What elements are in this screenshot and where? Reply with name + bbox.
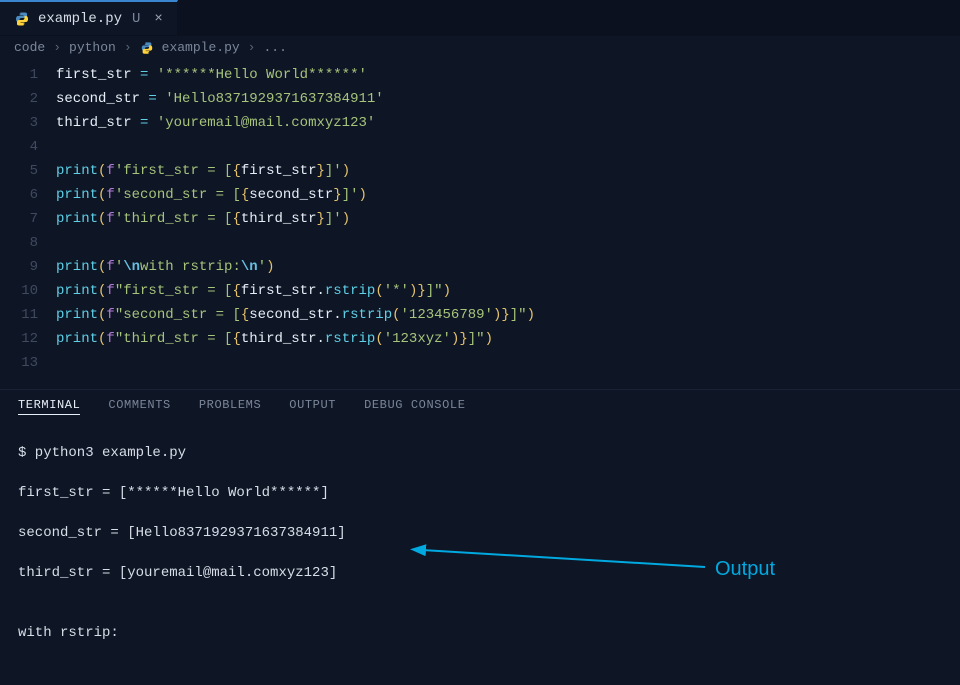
code-line: third_str = 'youremail@mail.comxyz123' <box>56 111 960 135</box>
line-number: 2 <box>0 87 38 111</box>
breadcrumb-seg-code[interactable]: code <box>14 40 45 55</box>
code-line: print(f"first_str = [{first_str.rstrip('… <box>56 279 960 303</box>
tab-output[interactable]: OUTPUT <box>289 398 336 415</box>
python-icon <box>140 41 154 55</box>
panel-tab-bar: TERMINAL COMMENTS PROBLEMS OUTPUT DEBUG … <box>0 389 960 421</box>
code-line <box>56 351 960 375</box>
chevron-right-icon: › <box>248 40 256 55</box>
breadcrumb-seg-python[interactable]: python <box>69 40 116 55</box>
tab-filename: example.py <box>38 11 122 27</box>
code-line: print(f'first_str = [{first_str}]') <box>56 159 960 183</box>
chevron-right-icon: › <box>53 40 61 55</box>
code-editor[interactable]: 1 2 3 4 5 6 7 8 9 10 11 12 13 first_str … <box>0 61 960 389</box>
breadcrumb: code › python › example.py › ... <box>0 36 960 61</box>
code-line <box>56 135 960 159</box>
python-icon <box>14 11 30 27</box>
line-number: 4 <box>0 135 38 159</box>
editor-tab-example-py[interactable]: example.py U × <box>0 0 178 35</box>
code-line: print(f'\nwith rstrip:\n') <box>56 255 960 279</box>
line-number: 6 <box>0 183 38 207</box>
breadcrumb-seg-file[interactable]: example.py <box>162 40 240 55</box>
line-number: 9 <box>0 255 38 279</box>
tab-problems[interactable]: PROBLEMS <box>199 398 261 415</box>
code-content[interactable]: first_str = '******Hello World******' se… <box>56 63 960 375</box>
line-number: 8 <box>0 231 38 255</box>
chevron-right-icon: › <box>124 40 132 55</box>
close-icon[interactable]: × <box>154 12 162 26</box>
code-line: print(f'third_str = [{third_str}]') <box>56 207 960 231</box>
annotation-label: Output <box>715 558 775 581</box>
terminal-line: third_str = [youremail@mail.comxyz123] <box>18 563 942 583</box>
tab-terminal[interactable]: TERMINAL <box>18 398 80 415</box>
code-line: second_str = 'Hello8371929371637384911' <box>56 87 960 111</box>
code-line <box>56 231 960 255</box>
code-line: print(f'second_str = [{second_str}]') <box>56 183 960 207</box>
line-number: 1 <box>0 63 38 87</box>
breadcrumb-ellipsis[interactable]: ... <box>263 40 286 55</box>
terminal-line: second_str = [Hello8371929371637384911] <box>18 523 942 543</box>
terminal-line: $ python3 example.py <box>18 443 942 463</box>
terminal-line: with rstrip: <box>18 623 942 643</box>
tab-bar: example.py U × <box>0 0 960 36</box>
tab-modified-badge: U <box>132 11 140 27</box>
code-line: print(f"second_str = [{second_str.rstrip… <box>56 303 960 327</box>
line-number: 11 <box>0 303 38 327</box>
line-number: 13 <box>0 351 38 375</box>
code-line: print(f"third_str = [{third_str.rstrip('… <box>56 327 960 351</box>
terminal-panel[interactable]: $ python3 example.py first_str = [******… <box>0 421 960 685</box>
line-number: 3 <box>0 111 38 135</box>
line-number: 7 <box>0 207 38 231</box>
line-number-gutter: 1 2 3 4 5 6 7 8 9 10 11 12 13 <box>0 63 56 375</box>
line-number: 12 <box>0 327 38 351</box>
terminal-line: first_str = [******Hello World******] <box>18 483 942 503</box>
line-number: 10 <box>0 279 38 303</box>
line-number: 5 <box>0 159 38 183</box>
tab-debug-console[interactable]: DEBUG CONSOLE <box>364 398 465 415</box>
tab-comments[interactable]: COMMENTS <box>108 398 170 415</box>
code-line: first_str = '******Hello World******' <box>56 63 960 87</box>
